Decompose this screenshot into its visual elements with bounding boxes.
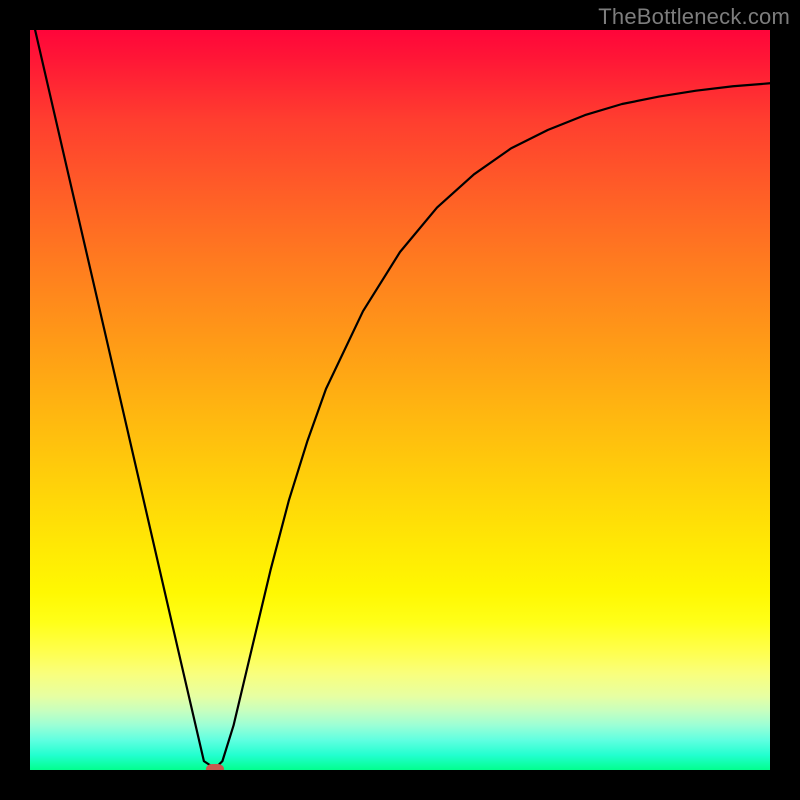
watermark-text: TheBottleneck.com [598,4,790,30]
marker-dot [206,764,224,770]
bottleneck-curve [30,30,770,769]
curve-layer [30,30,770,770]
chart-frame: TheBottleneck.com [0,0,800,800]
plot-area [30,30,770,770]
